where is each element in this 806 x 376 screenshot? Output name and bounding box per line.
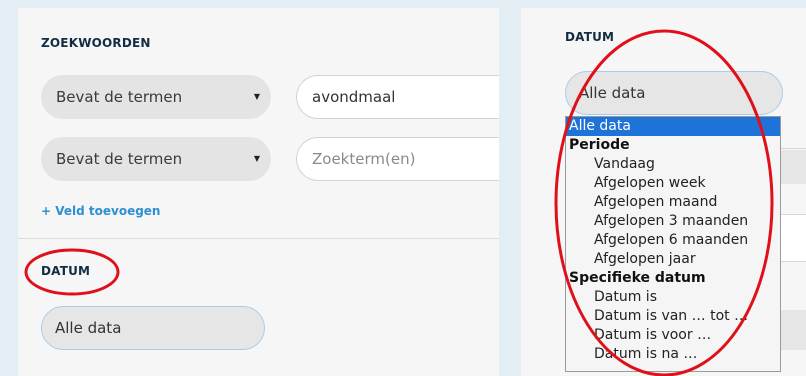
date-select[interactable]: Alle data	[41, 306, 265, 350]
dropdown-option[interactable]: Alle data	[566, 117, 780, 136]
keywords-section-title: ZOEKWOORDEN	[41, 36, 151, 50]
add-field-link[interactable]: + Veld toevoegen	[41, 204, 160, 218]
date-select-open[interactable]: Alle data	[565, 71, 783, 115]
operator-select-2-label: Bevat de termen	[56, 150, 183, 168]
dropdown-group-label: Specifieke datum	[569, 270, 706, 286]
dropdown-option[interactable]: Afgelopen maand	[566, 193, 780, 212]
dropdown-option[interactable]: Datum is na …	[566, 345, 780, 364]
operator-select-2[interactable]: Bevat de termen ▼	[41, 137, 271, 181]
date-section-title-right: DATUM	[565, 30, 615, 44]
operator-select-1-label: Bevat de termen	[56, 88, 183, 106]
dropdown-option[interactable]: Afgelopen jaar	[566, 250, 780, 269]
dropdown-option[interactable]: Afgelopen 3 maanden	[566, 212, 780, 231]
dropdown-option[interactable]: Datum is	[566, 288, 780, 307]
chevron-down-icon: ▼	[253, 92, 260, 101]
dropdown-group-label: Periode	[569, 137, 630, 153]
section-divider	[18, 238, 499, 239]
operator-select-1[interactable]: Bevat de termen ▼	[41, 75, 271, 119]
date-options-dropdown[interactable]: Alle data Periode Vandaag Afgelopen week Afg…	[565, 116, 781, 372]
search-term-input-1[interactable]: avondmaal	[296, 75, 499, 119]
chevron-down-icon: ▼	[253, 154, 260, 163]
date-section-title: DATUM	[41, 264, 91, 278]
dropdown-option[interactable]: Afgelopen 6 maanden	[566, 231, 780, 250]
dropdown-option[interactable]: Datum is voor …	[566, 326, 780, 345]
dropdown-option[interactable]: Datum is van … tot …	[566, 307, 780, 326]
dropdown-option[interactable]: Afgelopen week	[566, 174, 780, 193]
dropdown-option[interactable]: Vandaag	[566, 155, 780, 174]
search-term-input-2[interactable]: Zoekterm(en)	[296, 137, 499, 181]
